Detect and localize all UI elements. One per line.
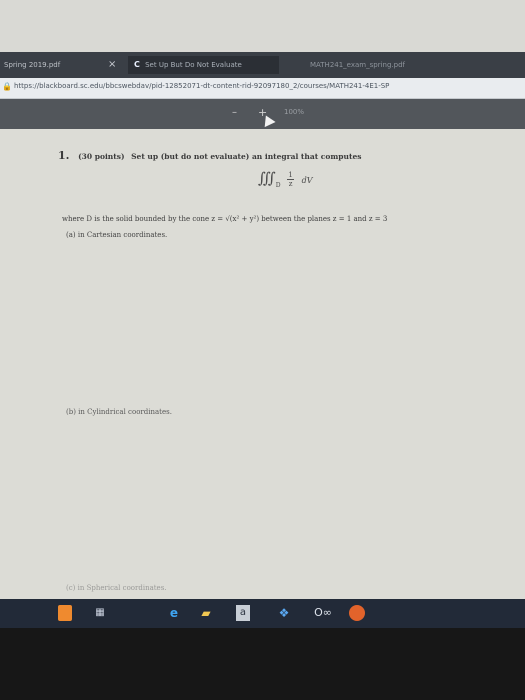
question-prompt: Set up (but do not evaluate) an integral… — [131, 152, 362, 161]
question-number: 1. — [58, 149, 70, 162]
tab-exam-pdf[interactable]: MATH241_exam_spring.pdf — [310, 56, 420, 74]
integrand-denominator: z — [288, 179, 293, 188]
task-view-icon[interactable]: ▦ — [92, 605, 108, 621]
chrome-icon: C — [134, 60, 140, 69]
part-a-label: (a) in Cartesian coordinates. — [66, 231, 168, 239]
question-header: 1. (30 points) Set up (but do not evalua… — [58, 149, 361, 162]
question-points: (30 points) — [78, 152, 125, 161]
close-icon[interactable]: × — [108, 56, 116, 74]
integrand-fraction: 1 z — [287, 170, 294, 188]
zoom-out-button[interactable]: – — [232, 107, 237, 118]
lock-icon: 🔒 — [2, 82, 12, 91]
zoom-level: 100% — [284, 108, 305, 116]
onenote-icon[interactable]: O∞ — [313, 605, 333, 621]
file-explorer-icon[interactable]: ▰ — [197, 605, 215, 621]
taskbar: ▦ e ▰ a ❖ O∞ — [0, 599, 525, 628]
part-c-label: (c) in Spherical coordinates. — [66, 584, 167, 592]
start-icon[interactable] — [58, 605, 72, 621]
edge-icon[interactable]: e — [166, 605, 182, 621]
tab-label: Set Up But Do Not Evaluate — [145, 61, 242, 69]
tab-spring-pdf[interactable]: Spring 2019.pdf — [0, 56, 109, 74]
url-text[interactable]: https://blackboard.sc.edu/bbcswebdav/pid… — [14, 82, 389, 90]
monitor-bezel — [0, 628, 525, 700]
integral-region: D — [275, 182, 281, 189]
tab-active-setup[interactable]: C Set Up But Do Not Evaluate — [128, 56, 279, 74]
browser-tab-bar: Spring 2019.pdf × C Set Up But Do Not Ev… — [0, 52, 525, 78]
firefox-icon[interactable] — [349, 605, 365, 621]
region-description: where D is the solid bounded by the cone… — [62, 215, 388, 223]
differential: dV — [301, 176, 313, 185]
part-b-label: (b) in Cylindrical coordinates. — [66, 408, 172, 416]
integral-symbol: ∭ — [258, 169, 276, 187]
screen: Spring 2019.pdf × C Set Up But Do Not Ev… — [0, 0, 525, 628]
triple-integral: ∭D 1 z dV — [258, 169, 312, 189]
dropbox-icon[interactable]: ❖ — [275, 605, 293, 621]
pdf-page: 1. (30 points) Set up (but do not evalua… — [0, 129, 525, 599]
integrand-numerator: 1 — [287, 170, 294, 180]
address-bar[interactable]: 🔒 https://blackboard.sc.edu/bbcswebdav/p… — [0, 78, 525, 99]
text-app-icon[interactable]: a — [236, 605, 250, 621]
